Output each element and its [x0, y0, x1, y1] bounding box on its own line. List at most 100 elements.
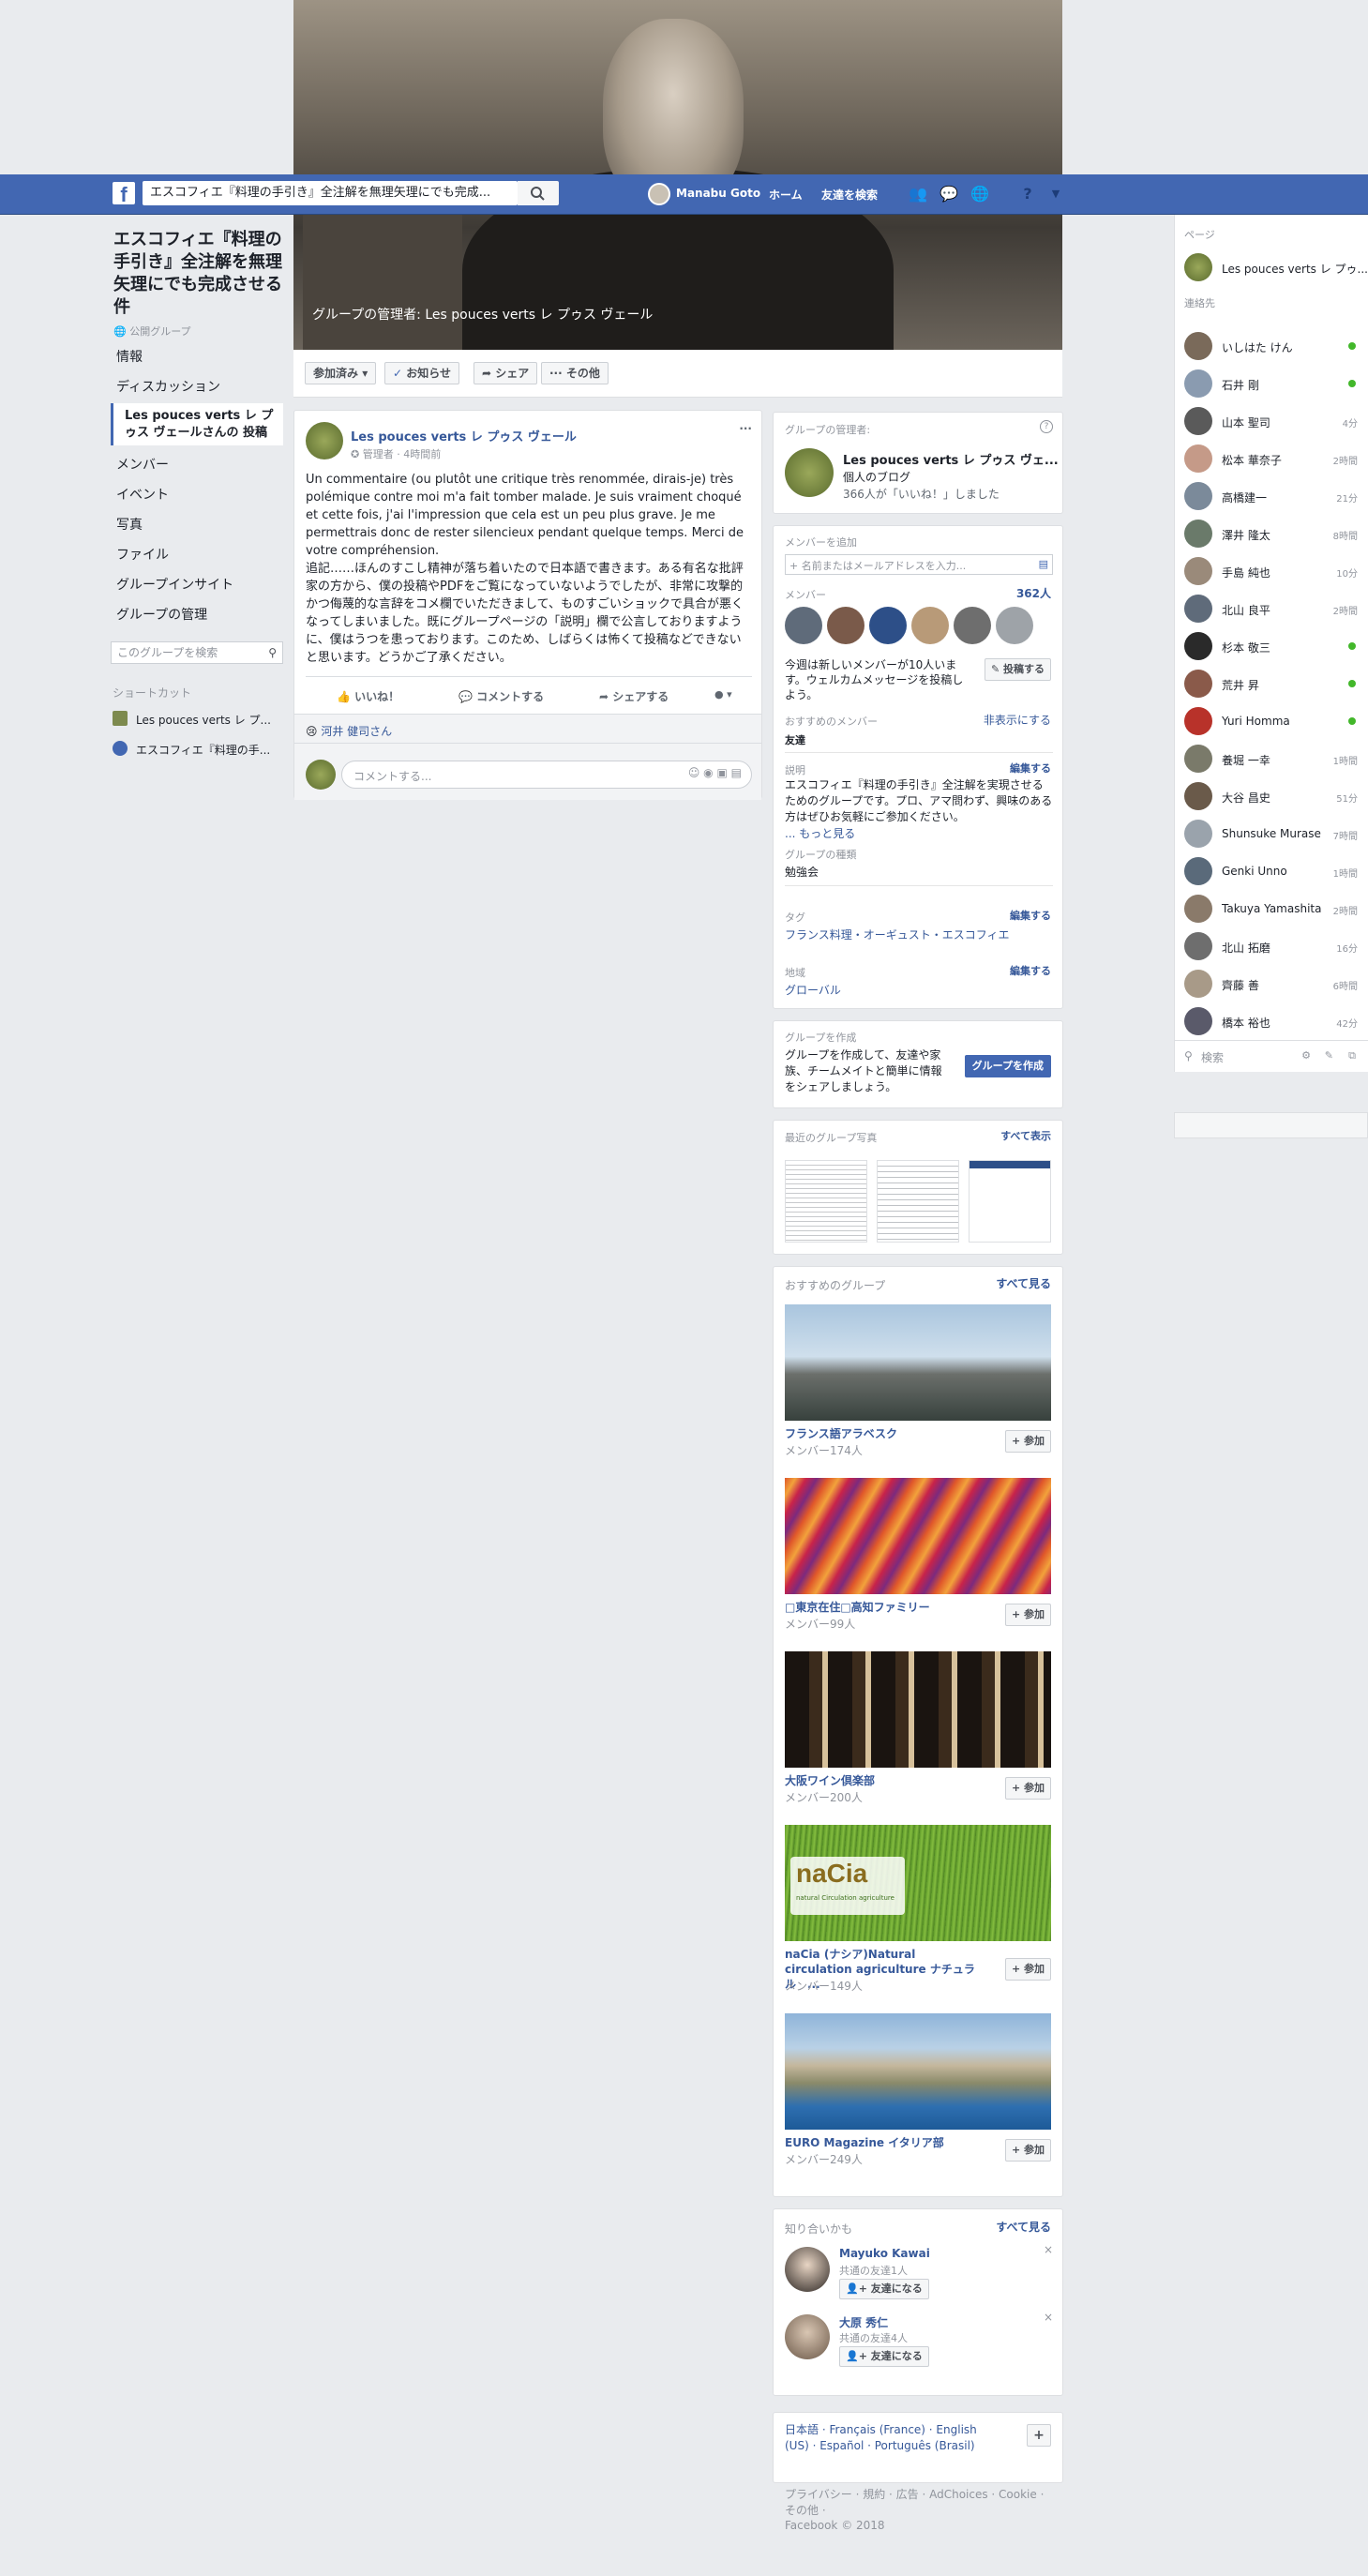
- contact-row[interactable]: 養堀 一幸 1時間: [1175, 740, 1368, 777]
- edit-region-link[interactable]: 編集する: [1010, 963, 1051, 978]
- find-friends-link[interactable]: 友達を検索: [821, 187, 878, 203]
- dismiss-icon[interactable]: ×: [1044, 2243, 1053, 2256]
- emoji-icon[interactable]: ☺: [688, 766, 700, 779]
- contact-row[interactable]: 北山 拓磨 16分: [1175, 927, 1368, 965]
- globe-icon[interactable]: 🌐: [970, 185, 990, 203]
- member-avatar[interactable]: [785, 607, 822, 644]
- region-value[interactable]: グローバル: [785, 982, 841, 998]
- tags-value[interactable]: フランス料理・オーギュスト・エスコフィエ: [785, 926, 1010, 942]
- nav-files[interactable]: ファイル: [116, 545, 169, 564]
- friend-requests-icon[interactable]: 👥: [908, 185, 928, 203]
- contact-row[interactable]: 大谷 昌史 51分: [1175, 777, 1368, 815]
- join-group-button[interactable]: + 参加: [1004, 1958, 1051, 1981]
- contact-row[interactable]: 荒井 昇: [1175, 665, 1368, 702]
- hide-link[interactable]: 非表示にする: [984, 712, 1051, 728]
- group-search-input[interactable]: このグループを検索 ⚲: [111, 641, 283, 664]
- share-button[interactable]: ➦ シェアする: [599, 688, 669, 704]
- create-group-button[interactable]: グループを作成: [964, 1055, 1051, 1077]
- pymk-see-all[interactable]: すべて見る: [996, 2219, 1051, 2235]
- admin-avatar[interactable]: [785, 448, 834, 497]
- person-avatar[interactable]: [785, 2314, 830, 2359]
- person-name[interactable]: Mayuko Kawai: [839, 2247, 930, 2260]
- member-avatar[interactable]: [996, 607, 1033, 644]
- contact-row[interactable]: 松本 華奈子 2時間: [1175, 440, 1368, 477]
- group-title[interactable]: エスコフィエ『料理の手引き』全注解を無理矢理にでも完成させる件: [113, 229, 286, 319]
- shortcut-group[interactable]: エスコフィエ『料理の手...: [136, 742, 270, 758]
- nav-members[interactable]: メンバー: [116, 455, 169, 474]
- help-icon[interactable]: ?: [1017, 185, 1038, 203]
- nav-discussion[interactable]: ディスカッション: [116, 377, 220, 396]
- dropdown-icon[interactable]: ▼: [1045, 185, 1066, 203]
- join-group-button[interactable]: + 参加: [1004, 2139, 1051, 2162]
- person-avatar[interactable]: [785, 2247, 830, 2292]
- group-cover-image[interactable]: naCia natural Circulation agriculture: [785, 1825, 1051, 1941]
- contact-row[interactable]: 澤井 隆太 8時間: [1175, 515, 1368, 552]
- dismiss-icon[interactable]: ×: [1044, 2311, 1053, 2324]
- group-cover-image[interactable]: [785, 1651, 1051, 1768]
- contact-row[interactable]: 橋本 裕也 42分: [1175, 1002, 1368, 1040]
- contact-row[interactable]: Yuri Homma: [1175, 702, 1368, 740]
- contact-row[interactable]: Genki Unno 1時間: [1175, 852, 1368, 890]
- group-photo-thumb[interactable]: [969, 1160, 1051, 1243]
- post-author[interactable]: Les pouces verts レ プゥス ヴェール: [351, 427, 577, 444]
- contact-row[interactable]: 石井 剛: [1175, 365, 1368, 402]
- recommended-see-all[interactable]: すべて見る: [996, 1275, 1051, 1291]
- group-chat-icon[interactable]: ⧉: [1348, 1049, 1356, 1062]
- add-friend-button[interactable]: 👤+ 友達になる: [839, 2346, 929, 2367]
- recommended-group-name[interactable]: フランス語アラベスク: [785, 1426, 897, 1441]
- comment-button[interactable]: 💬 コメントする: [459, 688, 544, 704]
- add-language-button[interactable]: +: [1027, 2424, 1051, 2447]
- contact-row[interactable]: 山本 聖司 4分: [1175, 402, 1368, 440]
- languages-list[interactable]: 日本語 · Français (France) · English (US) ·…: [785, 2422, 991, 2454]
- contact-row[interactable]: 齊藤 善 6時間: [1175, 965, 1368, 1002]
- group-photo-thumb[interactable]: [785, 1160, 867, 1243]
- edit-description-link[interactable]: 編集する: [1010, 761, 1051, 776]
- contact-row[interactable]: 北山 良平 2時間: [1175, 590, 1368, 627]
- chat-search-input[interactable]: 検索: [1201, 1049, 1224, 1065]
- profile-link[interactable]: Manabu Goto: [676, 187, 760, 200]
- help-icon[interactable]: ?: [1040, 420, 1053, 433]
- member-avatar[interactable]: [911, 607, 949, 644]
- group-photo-thumb[interactable]: [877, 1160, 959, 1243]
- person-name[interactable]: 大原 秀仁: [839, 2314, 888, 2330]
- recommended-group-name[interactable]: □東京在住□高知ファミリー: [785, 1600, 930, 1615]
- nav-insights[interactable]: グループインサイト: [116, 575, 233, 594]
- shortcut-page[interactable]: Les pouces verts レ プ...: [136, 712, 271, 728]
- join-group-button[interactable]: + 参加: [1004, 1777, 1051, 1800]
- contact-row[interactable]: Takuya Yamashita 2時間: [1175, 890, 1368, 927]
- edit-tags-link[interactable]: 編集する: [1010, 908, 1051, 923]
- nav-manage[interactable]: グループの管理: [116, 605, 207, 624]
- new-message-icon[interactable]: ✎: [1325, 1049, 1333, 1062]
- joined-button[interactable]: 参加済み ▾: [305, 362, 377, 384]
- post-options-icon[interactable]: ···: [739, 422, 752, 435]
- add-friend-button[interactable]: 👤+ 友達になる: [839, 2279, 929, 2299]
- facebook-logo-icon[interactable]: f: [113, 182, 135, 204]
- nav-admin-posts[interactable]: Les pouces verts レ プゥス ヴェールさんの 投稿: [111, 403, 283, 445]
- notifications-button[interactable]: ✓ お知らせ: [384, 362, 460, 384]
- recommended-group-name[interactable]: EURO Magazine イタリア部: [785, 2135, 944, 2150]
- photos-see-all[interactable]: すべて表示: [1000, 1128, 1051, 1143]
- more-button[interactable]: ··· その他: [541, 362, 609, 384]
- chat-settings-icon[interactable]: ⚙: [1301, 1049, 1311, 1062]
- like-button[interactable]: 👍 いいね！: [337, 688, 399, 704]
- share-audience-selector[interactable]: ● ▾: [714, 688, 732, 700]
- member-avatar[interactable]: [954, 607, 991, 644]
- nav-events[interactable]: イベント: [116, 485, 169, 504]
- see-more-link[interactable]: ... もっと見る: [785, 825, 855, 841]
- welcome-post-button[interactable]: ✎ 投稿する: [984, 658, 1051, 681]
- reaction-summary[interactable]: 😢 河井 健司さん: [306, 723, 392, 739]
- search-input[interactable]: エスコフィエ『料理の手引き』全注解を無理矢理にでも完成...: [143, 181, 518, 205]
- members-count[interactable]: 362人: [1016, 585, 1051, 601]
- sticker-icon[interactable]: ▤: [731, 766, 742, 779]
- author-avatar[interactable]: [306, 422, 343, 459]
- user-avatar[interactable]: [648, 183, 670, 205]
- add-member-input[interactable]: + 名前またはメールアドレスを入力... ▤: [785, 554, 1053, 575]
- footer-links[interactable]: プライバシー · 規約 · 広告 · AdChoices · Cookie · …: [785, 2487, 1047, 2519]
- group-cover-image[interactable]: [785, 2013, 1051, 2130]
- join-group-button[interactable]: + 参加: [1004, 1604, 1051, 1626]
- nav-about[interactable]: 情報: [116, 347, 143, 366]
- share-group-button[interactable]: ➦ シェア: [474, 362, 538, 384]
- messenger-icon[interactable]: 💬: [939, 185, 959, 203]
- recommended-group-name[interactable]: 大阪ワイン倶楽部: [785, 1773, 875, 1788]
- group-cover-image[interactable]: [785, 1478, 1051, 1594]
